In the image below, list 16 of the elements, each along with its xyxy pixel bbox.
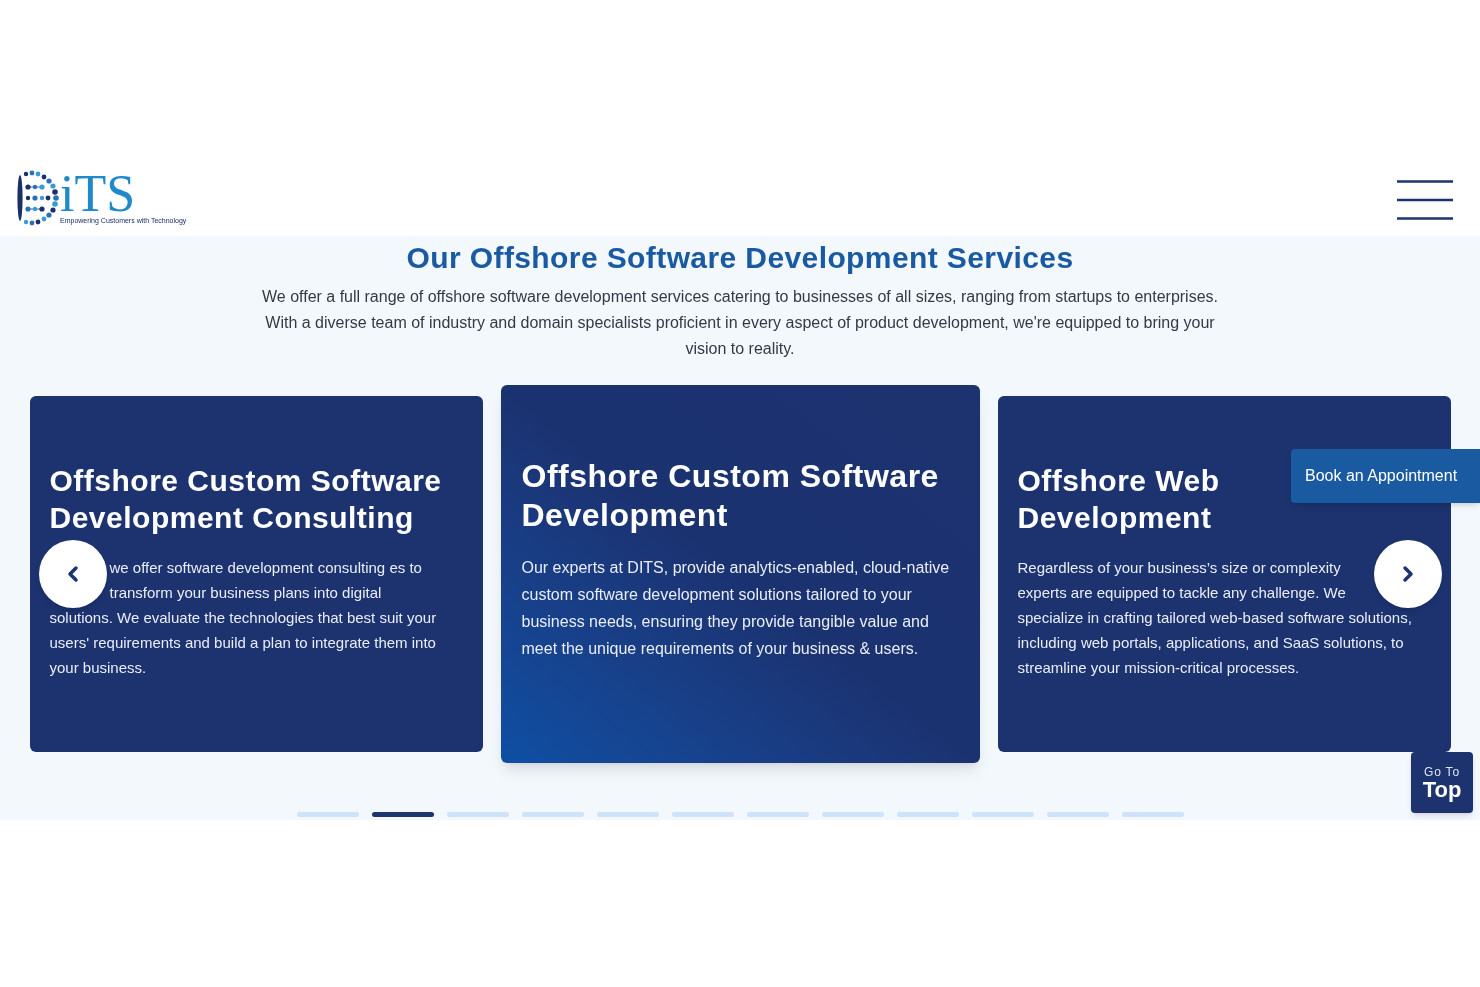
dotted-logo-icon [15,170,59,226]
logo-wordmark: iTS [60,171,136,217]
card-title: Offshore Custom Software Development [521,457,940,535]
menu-button[interactable] [1397,180,1453,220]
card-text: specialize in crafting tailored web-based software solutions, including web portals, applications, and SaaS solutions, to streamline your mission-critical processes. [1017,608,1413,678]
go-to-top-button[interactable]: Go To Top [1411,752,1473,813]
section-description: We offer a full range of offshore software development services catering to businesses of all sizes, ranging from startups to enterprises. With a diverse team of industry and domain specialists proficient in every aspect of product development, we're equipped to bring your vision to reality. [260,287,1219,359]
pagination-bar[interactable] [371,812,434,817]
menu-icon [1397,180,1453,220]
card-text: we offer software development consulting es to transform your business plans into digital [109,558,423,603]
card-title: Offshore Custom Software Development Consulting [49,463,443,536]
section-title: Our Offshore Software Development Services [406,240,1074,276]
card-text: solutions. We evaluate the technologies that best suit your users' requirements and build a plan to integrate them into your business. [49,608,438,678]
card-title: Offshore Web Development [1017,463,1221,536]
book-appointment-button[interactable]: Book an Appointment [1291,449,1480,503]
card-text: Our experts at DITS, provide analytics-enabled, cloud-native custom software development solutions tailored to your business needs, ensuring they provide tangible value and meet the unique requirements of your business & users. [521,558,951,659]
